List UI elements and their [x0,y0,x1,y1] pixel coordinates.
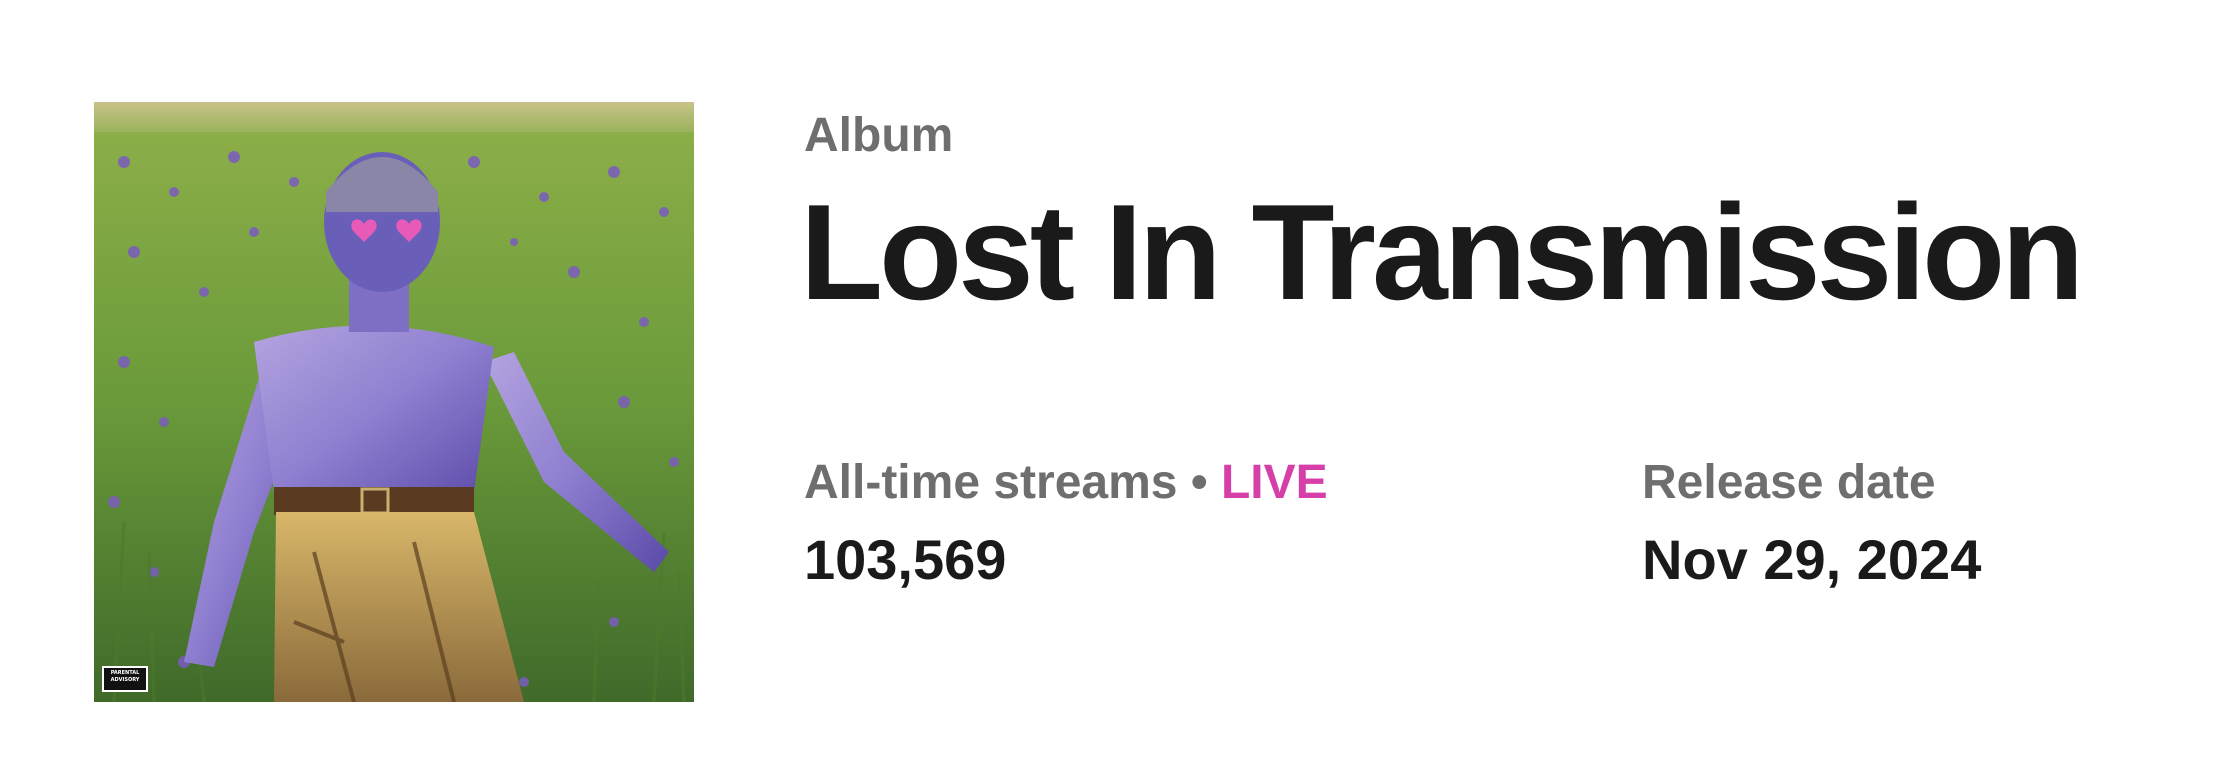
separator-dot: • [1190,456,1208,509]
cover-illustration [94,102,694,702]
album-info: Album Lost In Transmission All-time stre… [800,0,2184,784]
streams-stat: All-time streams • LIVE 103,569 [804,454,1328,593]
album-header: PARENTAL ADVISORY Album Lost In Transmis… [0,0,2222,784]
album-cover-art[interactable]: PARENTAL ADVISORY [94,102,694,702]
streams-value: 103,569 [804,527,1007,591]
album-type-label: Album [804,109,954,162]
release-date-stat: Release date Nov 29, 2024 [1642,454,1981,593]
album-title: Lost In Transmission [800,176,2084,328]
live-badge: LIVE [1220,456,1328,509]
release-date-label: Release date [1642,456,1936,509]
streams-label-row: All-time streams • LIVE [804,454,1328,512]
streams-label: All-time streams [804,456,1178,509]
release-date-value: Nov 29, 2024 [1642,527,1982,591]
parental-advisory-icon: PARENTAL ADVISORY [102,666,148,692]
